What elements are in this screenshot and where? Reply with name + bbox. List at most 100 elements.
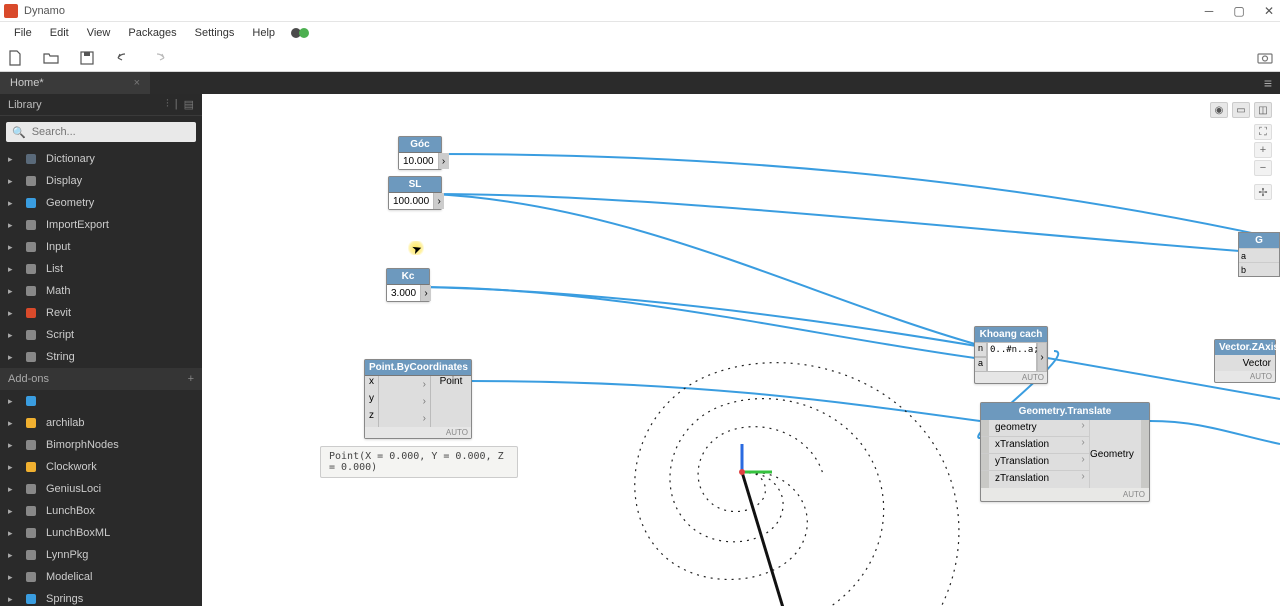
addon-item[interactable]: ▸GeniusLoci — [0, 478, 202, 500]
category-icon — [24, 174, 38, 188]
library-list-icon[interactable]: | — [175, 98, 178, 111]
output-port[interactable]: Point — [431, 376, 471, 393]
addons-title: Add-ons — [8, 373, 49, 385]
library-category[interactable]: ▸Script — [0, 324, 202, 346]
addon-item[interactable]: ▸Springs — [0, 588, 202, 606]
node-geometry-translate[interactable]: Geometry.Translate geometry› xTranslatio… — [980, 402, 1150, 502]
lacing-indicator[interactable]: AUTO — [365, 427, 471, 438]
node-sl[interactable]: SL 100.000 › — [388, 176, 442, 210]
zoom-fit-icon[interactable]: ⛶ — [1254, 124, 1272, 140]
screenshot-icon[interactable] — [1256, 49, 1274, 67]
input-port-a[interactable]: a — [1239, 248, 1279, 262]
input-port-x[interactable]: x — [365, 376, 379, 393]
graph-canvas[interactable]: Góc 10.000 › SL 100.000 › Kc 3.000 › ➤ — [202, 94, 1280, 606]
category-label: LynnPkg — [46, 549, 88, 561]
tab-overflow-icon[interactable]: ≡ — [1256, 72, 1280, 94]
node-goc[interactable]: Góc 10.000 › — [398, 136, 442, 170]
node-khoang-cach[interactable]: Khoang cach n a 0..#n..a; › AUTO — [974, 326, 1048, 384]
addon-item[interactable]: ▸Modelical — [0, 566, 202, 588]
menu-file[interactable]: File — [6, 25, 40, 41]
undo-icon[interactable] — [114, 49, 132, 67]
addon-item[interactable]: ▸BimorphNodes — [0, 434, 202, 456]
zoom-target-icon[interactable]: ✢ — [1254, 184, 1272, 200]
input-port[interactable] — [981, 454, 989, 470]
tab-close-icon[interactable]: × — [134, 77, 140, 89]
input-label: zTranslation — [989, 471, 1077, 488]
node-kc[interactable]: Kc 3.000 › — [386, 268, 430, 302]
addon-item[interactable]: ▸LunchBox — [0, 500, 202, 522]
library-category[interactable]: ▸String — [0, 346, 202, 368]
view-3d-icon[interactable]: ◉ — [1210, 102, 1228, 118]
input-port-a[interactable]: a — [975, 357, 987, 372]
menu-help[interactable]: Help — [244, 25, 283, 41]
input-port-b[interactable]: b — [1239, 262, 1279, 276]
view-graph-icon[interactable]: ▭ — [1232, 102, 1250, 118]
tab-home[interactable]: Home* × — [0, 72, 150, 94]
menu-packages[interactable]: Packages — [120, 25, 184, 41]
node-value-input[interactable]: 3.000 — [387, 285, 421, 301]
output-port[interactable]: Vector — [1215, 355, 1275, 371]
input-port-n[interactable]: n — [975, 342, 987, 357]
maximize-button[interactable]: ▢ — [1232, 4, 1246, 18]
library-category[interactable]: ▸List — [0, 258, 202, 280]
expand-chevron-icon: ▸ — [8, 440, 16, 451]
library-grid-icon[interactable]: ▤ — [184, 98, 194, 111]
output-port[interactable]: Geometry — [1089, 420, 1149, 488]
menu-settings[interactable]: Settings — [187, 25, 243, 41]
category-icon — [24, 306, 38, 320]
zoom-out-icon[interactable]: − — [1254, 160, 1272, 176]
input-port[interactable] — [981, 420, 989, 436]
open-file-icon[interactable] — [42, 49, 60, 67]
add-addon-icon[interactable]: + — [188, 373, 194, 385]
category-icon — [24, 240, 38, 254]
input-port[interactable] — [981, 437, 989, 453]
input-port-z[interactable]: z — [365, 410, 379, 427]
category-icon — [24, 152, 38, 166]
input-port[interactable] — [981, 471, 989, 488]
library-search[interactable]: 🔍 — [6, 122, 196, 142]
addon-item[interactable]: ▸LunchBoxML — [0, 522, 202, 544]
close-button[interactable]: ✕ — [1262, 4, 1276, 18]
library-filter-icon[interactable]: ⫶ — [166, 98, 169, 111]
node-value-input[interactable]: 10.000 — [399, 153, 439, 169]
tab-strip: Home* × ≡ — [0, 72, 1280, 94]
lacing-indicator[interactable]: AUTO — [1215, 371, 1275, 382]
redo-icon[interactable] — [150, 49, 168, 67]
search-input[interactable] — [32, 126, 190, 138]
save-file-icon[interactable] — [78, 49, 96, 67]
run-status-indicator[interactable] — [299, 28, 309, 38]
output-port[interactable]: › — [1037, 342, 1047, 372]
minimize-button[interactable]: ─ — [1202, 4, 1216, 18]
category-icon — [24, 570, 38, 584]
lacing-indicator[interactable]: AUTO — [981, 488, 1149, 501]
node-value-input[interactable]: 100.000 — [389, 193, 434, 209]
library-category[interactable]: ▸Display — [0, 170, 202, 192]
output-port[interactable]: › — [439, 153, 449, 169]
lacing-indicator[interactable]: AUTO — [975, 372, 1047, 383]
input-port-y[interactable]: y — [365, 393, 379, 410]
library-category[interactable]: ▸Geometry — [0, 192, 202, 214]
addon-item[interactable]: ▸Clockwork — [0, 456, 202, 478]
code-block-text[interactable]: 0..#n..a; — [987, 342, 1037, 372]
new-file-icon[interactable] — [6, 49, 24, 67]
addons-header: Add-ons + — [0, 368, 202, 390]
menu-view[interactable]: View — [79, 25, 119, 41]
library-category[interactable]: ▸ImportExport — [0, 214, 202, 236]
addon-item[interactable]: ▸archilab — [0, 412, 202, 434]
addon-item[interactable]: ▸ — [0, 390, 202, 412]
node-vector-zaxis[interactable]: Vector.ZAxis Vector AUTO — [1214, 339, 1276, 383]
library-category[interactable]: ▸Dictionary — [0, 148, 202, 170]
node-partial-g[interactable]: G a b — [1238, 232, 1280, 277]
library-category[interactable]: ▸Revit — [0, 302, 202, 324]
view-both-icon[interactable]: ◫ — [1254, 102, 1272, 118]
zoom-in-icon[interactable]: + — [1254, 142, 1272, 158]
category-label: Script — [46, 329, 74, 341]
library-category[interactable]: ▸Input — [0, 236, 202, 258]
output-port[interactable]: › — [421, 285, 431, 301]
output-port[interactable]: › — [434, 193, 444, 209]
node-point-bycoordinates[interactable]: Point.ByCoordinates x›Point y› z› AUTO — [364, 359, 472, 439]
menu-edit[interactable]: Edit — [42, 25, 77, 41]
library-category[interactable]: ▸Math — [0, 280, 202, 302]
addon-item[interactable]: ▸LynnPkg — [0, 544, 202, 566]
expand-chevron-icon: ▸ — [8, 176, 16, 187]
